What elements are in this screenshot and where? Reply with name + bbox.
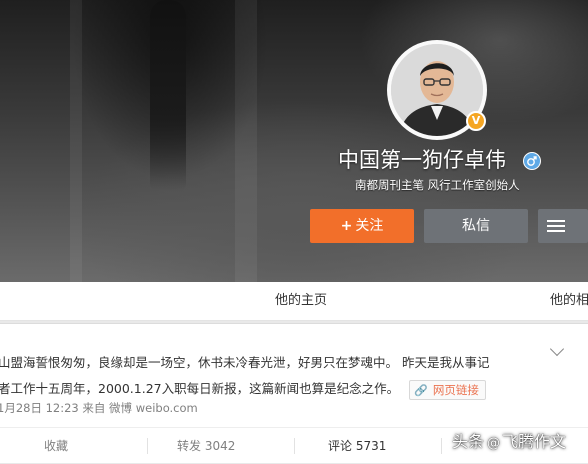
post-text: 山盟海誓恨匆匆，良缘却是一场空，休书未冷春光泄，好男只在梦魂中。 昨天是我从事记…	[0, 350, 558, 402]
comment-button[interactable]: 评论 5731	[328, 428, 386, 464]
divider	[294, 438, 295, 454]
message-button[interactable]: 私信	[424, 209, 528, 243]
male-icon	[523, 152, 541, 170]
watermark-prefix: 头条	[452, 432, 485, 451]
cover-light-streak	[70, 0, 82, 282]
verified-badge-icon: V	[466, 111, 486, 131]
watermark: 头条 @ 飞腾作文	[452, 428, 566, 452]
profile-cover: V 中国第一狗仔卓伟 南都周刊主笔 风行工作室创始人 + 关注 私信	[0, 0, 588, 282]
tab-photos[interactable]: 他的相	[550, 282, 588, 320]
cover-light-streak	[235, 0, 257, 282]
link-icon: 🔗	[414, 383, 428, 397]
follow-label: 关注	[355, 218, 384, 234]
profile-bio: 南都周刊主笔 风行工作室创始人	[355, 178, 520, 192]
post-meta[interactable]: 1月28日 12:23 来自 微博 weibo.com	[0, 400, 198, 416]
favorite-button[interactable]: 收藏	[44, 428, 68, 464]
post-text-line-content: 者工作十五周年，2000.1.27入职每日新报，这篇新闻也算是纪念之作。	[0, 381, 400, 396]
menu-button[interactable]	[538, 209, 588, 243]
hamburger-menu-icon	[547, 220, 565, 232]
plus-icon: +	[340, 218, 353, 234]
cover-figure	[150, 0, 186, 190]
follow-button[interactable]: + 关注	[310, 209, 414, 243]
repost-button[interactable]: 转发 3042	[177, 428, 235, 464]
profile-name: 中国第一狗仔卓伟	[338, 148, 506, 172]
watermark-author: 飞腾作文	[502, 432, 567, 451]
web-link[interactable]: 🔗 网页链接	[409, 379, 486, 400]
web-link-label: 网页链接	[432, 382, 479, 397]
divider	[147, 438, 148, 454]
tab-home[interactable]: 他的主页	[275, 282, 327, 320]
divider	[441, 438, 442, 454]
watermark-logo: @	[487, 436, 501, 451]
profile-nav: 他的主页 他的相	[0, 282, 588, 321]
post-text-line: 者工作十五周年，2000.1.27入职每日新报，这篇新闻也算是纪念之作。 🔗 网页链…	[0, 376, 558, 402]
post-text-line: 山盟海誓恨匆匆，良缘却是一场空，休书未冷春光泄，好男只在梦魂中。 昨天是我从事记	[0, 355, 490, 370]
